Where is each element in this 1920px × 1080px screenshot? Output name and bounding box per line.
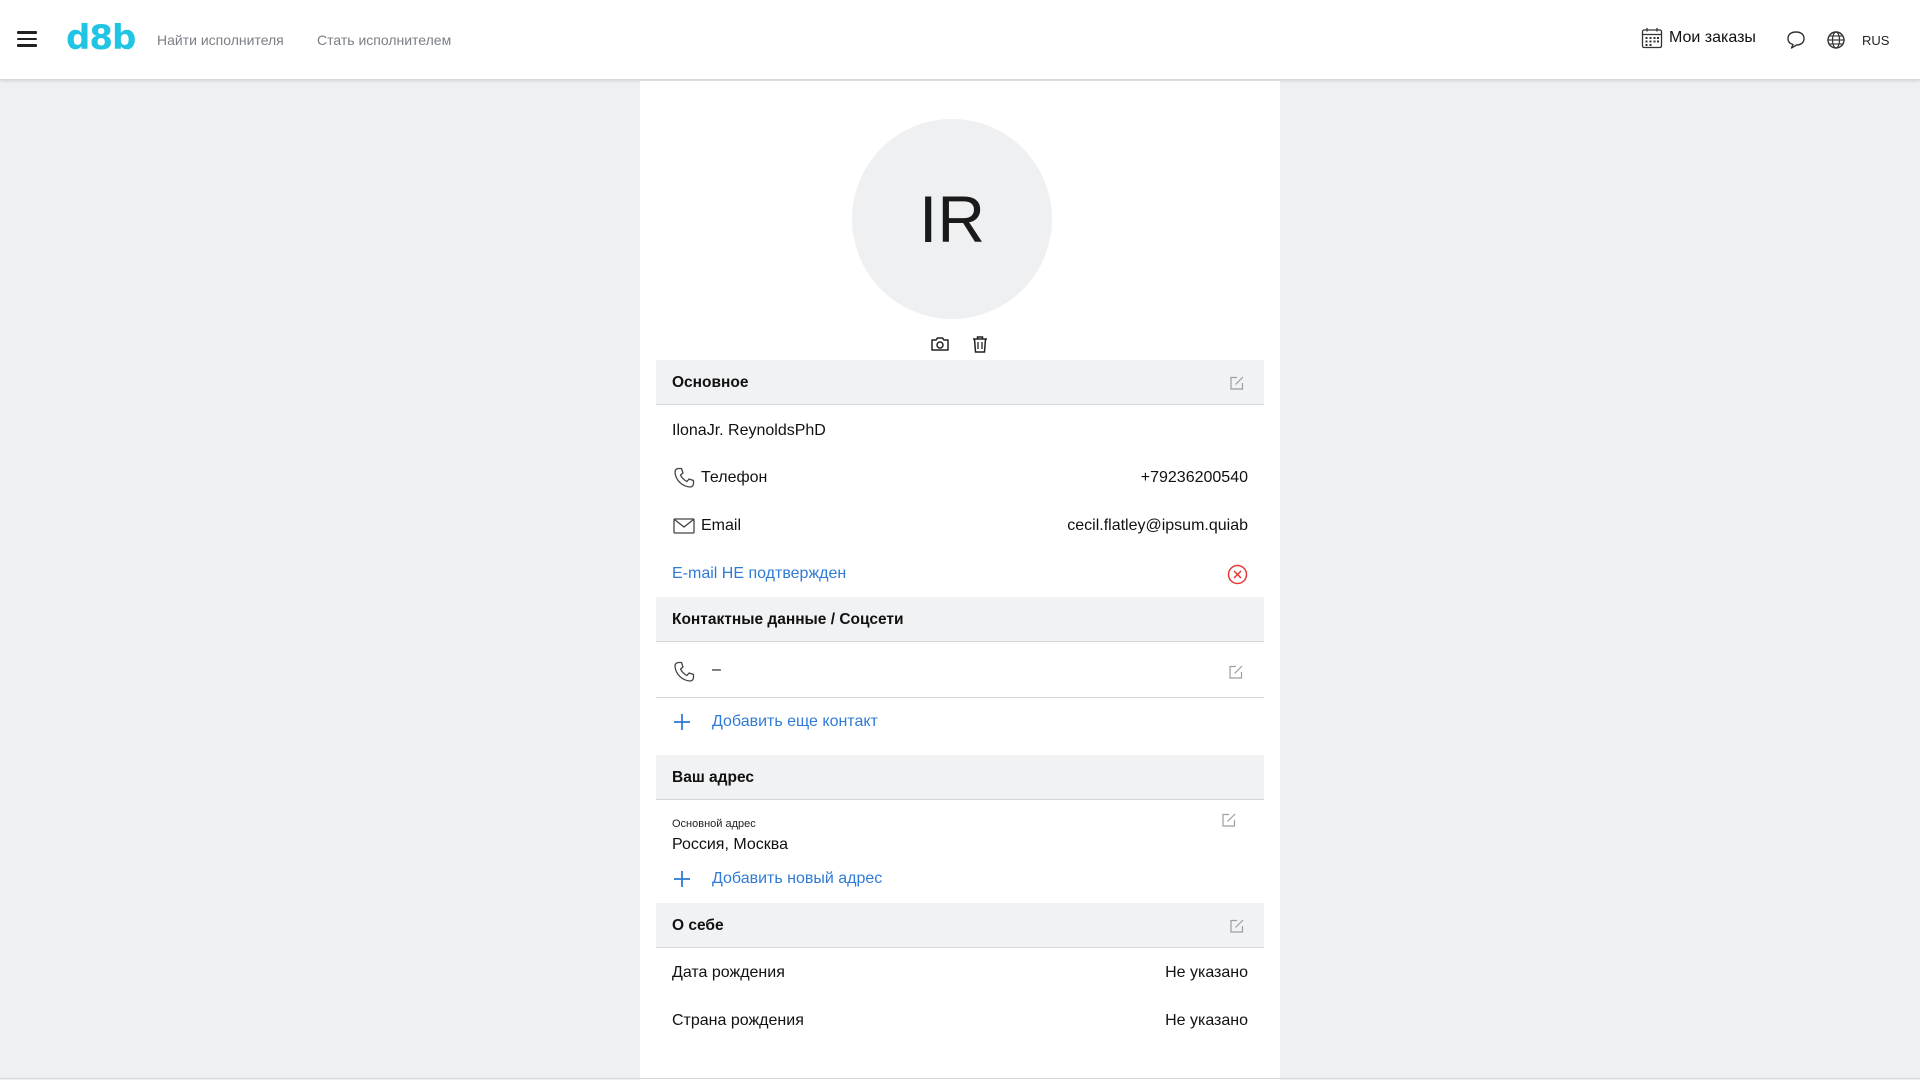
avatar: IR	[852, 119, 1052, 319]
edit-icon[interactable]	[1229, 375, 1245, 391]
email-label: Email	[701, 517, 742, 534]
profile-name-row: IlonaJr. ReynoldsPhD	[672, 419, 1248, 443]
email-status-row: E-mail НЕ подтвержден	[672, 562, 1248, 586]
error-circle-icon	[1227, 564, 1248, 585]
section-address: Ваш адрес	[656, 755, 1264, 800]
calendar-icon	[1641, 28, 1663, 49]
menu-icon[interactable]	[17, 31, 37, 47]
section-about: О себе	[656, 903, 1264, 948]
edit-icon[interactable]	[1221, 812, 1237, 828]
plus-icon[interactable]	[672, 712, 692, 732]
trash-icon[interactable]	[969, 333, 991, 355]
camera-icon[interactable]	[929, 333, 951, 355]
phone-value: +79236200540	[1140, 469, 1248, 486]
divider	[656, 697, 1264, 698]
my-orders-button[interactable]: Мои заказы	[1641, 27, 1756, 49]
section-basic: Основное	[656, 360, 1264, 405]
profile-name: IlonaJr. ReynoldsPhD	[672, 422, 826, 439]
add-address-link[interactable]: Добавить новый адрес	[712, 870, 882, 888]
birth-country-label: Страна рождения	[672, 1012, 804, 1029]
edit-icon[interactable]	[1228, 664, 1244, 680]
chat-icon[interactable]	[1785, 29, 1807, 51]
logo[interactable]: d8b	[66, 18, 136, 58]
add-contact-link[interactable]: Добавить еще контакт	[712, 713, 878, 731]
globe-icon[interactable]	[1825, 29, 1847, 51]
main-address-label: Основной адрес	[672, 818, 756, 830]
section-basic-title: Основное	[672, 374, 749, 391]
email-not-confirmed-link[interactable]: E-mail НЕ подтвержден	[672, 565, 846, 583]
birth-date-label: Дата рождения	[672, 964, 785, 981]
profile-panel: IR Основное IlonaJr. ReynoldsPhD Телефон…	[640, 81, 1280, 1080]
section-contacts-title: Контактные данные / Соцсети	[672, 611, 904, 628]
section-about-title: О себе	[672, 917, 724, 934]
birth-country-row: Страна рождения Не указано	[672, 1009, 1248, 1033]
phone-label: Телефон	[701, 469, 768, 486]
phone-row: Телефон +79236200540	[672, 466, 1248, 490]
email-value: cecil.flatley@ipsum.quiab	[1067, 517, 1248, 534]
section-address-title: Ваш адрес	[672, 769, 755, 786]
my-orders-label: Мои заказы	[1669, 29, 1756, 46]
phone-icon	[674, 467, 695, 488]
section-contacts: Контактные данные / Соцсети	[656, 597, 1264, 642]
contact-value: –	[712, 661, 721, 678]
email-row: Email cecil.flatley@ipsum.quiab	[672, 514, 1248, 538]
birth-date-value: Не указано	[1165, 964, 1248, 981]
birth-country-value: Не указано	[1165, 1012, 1248, 1029]
language-selector[interactable]: RUS	[1862, 33, 1889, 48]
footer-divider	[0, 1078, 1920, 1079]
avatar-initials: IR	[919, 182, 985, 256]
phone-icon	[674, 661, 695, 682]
plus-icon[interactable]	[672, 869, 692, 889]
nav-find-performer[interactable]: Найти исполнителя	[157, 32, 284, 48]
top-header: d8b Найти исполнителя Стать исполнителем…	[0, 0, 1920, 80]
mail-icon	[673, 518, 695, 534]
main-address-value: Россия, Москва	[672, 836, 788, 853]
nav-become-performer[interactable]: Стать исполнителем	[317, 32, 451, 48]
birth-date-row: Дата рождения Не указано	[672, 961, 1248, 985]
contact-item: –	[672, 660, 1248, 684]
edit-icon[interactable]	[1229, 918, 1245, 934]
